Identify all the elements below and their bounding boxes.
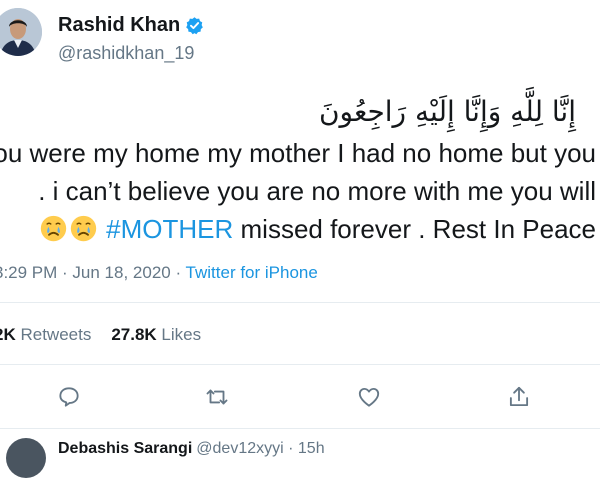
retweets-count: 2K [0,325,16,344]
crying-face-emoji-icon [69,214,98,243]
name-row: Rashid Khan [58,12,204,38]
reply-preview[interactable]: Debashis Sarangi @dev12xyyi · 15h [0,430,600,478]
avatar[interactable] [0,8,42,56]
tweet-time[interactable]: 3:29 PM [0,263,57,282]
like-icon [358,387,380,407]
share-button[interactable] [506,384,534,412]
verified-badge-icon [185,16,204,35]
display-name[interactable]: Rashid Khan [58,12,180,38]
tweet-meta: 3:29 PM · Jun 18, 2020 · Twitter for iPh… [0,262,318,284]
retweet-button[interactable] [204,384,232,412]
divider [0,302,600,303]
retweets-label: Retweets [15,325,92,344]
likes-label: Likes [156,325,202,344]
retweets-stat[interactable]: 2K Retweets [0,325,91,344]
tweet-date[interactable]: Jun 18, 2020 [72,263,170,282]
meta-separator: · [57,263,73,282]
tweet-source-link[interactable]: Twitter for iPhone [186,263,318,282]
crying-face-emoji-icon [39,214,68,243]
author-block: Rashid Khan @rashidkhan_19 [58,12,204,65]
tweet-stats: 2K Retweets 27.8K Likes [0,324,201,346]
likes-stat[interactable]: 27.8K Likes [111,325,201,344]
user-handle[interactable]: @rashidkhan_19 [58,41,204,65]
meta-separator: · [170,263,186,282]
likes-count: 27.8K [111,325,157,344]
tweet-card: Rashid Khan @rashidkhan_19 إِنَّا لِلَّه… [0,0,600,478]
tweet-text: You were my home my mother I had no home… [0,134,596,248]
tweet-actions [0,384,600,412]
reply-handle[interactable]: @dev12xyyi · 15h [196,440,324,457]
profile-photo-icon [0,8,42,56]
tweet-line-3-text: missed forever . Rest In Peace [233,214,597,244]
tweet-line-3: #MOTHER missed forever . Rest In Peace [0,210,596,248]
like-button[interactable] [356,384,384,412]
reply-button[interactable] [56,384,84,412]
tweet-line-2: . i can’t believe you are no more with m… [38,176,596,206]
reply-author: Debashis Sarangi @dev12xyyi · 15h [58,440,325,458]
hashtag-link[interactable]: #MOTHER [106,214,233,244]
reply-icon [59,387,79,407]
divider [0,428,600,429]
reply-avatar[interactable] [6,438,46,478]
retweet-icon [206,389,228,405]
tweet-line-1: You were my home my mother I had no home… [0,138,596,168]
divider [0,364,600,365]
share-icon [509,386,529,407]
tweet-arabic-line: إِنَّا لِلَّهِ وَإِنَّا إِلَيْهِ رَاجِعُ… [318,95,576,128]
reply-display-name[interactable]: Debashis Sarangi [58,440,192,457]
